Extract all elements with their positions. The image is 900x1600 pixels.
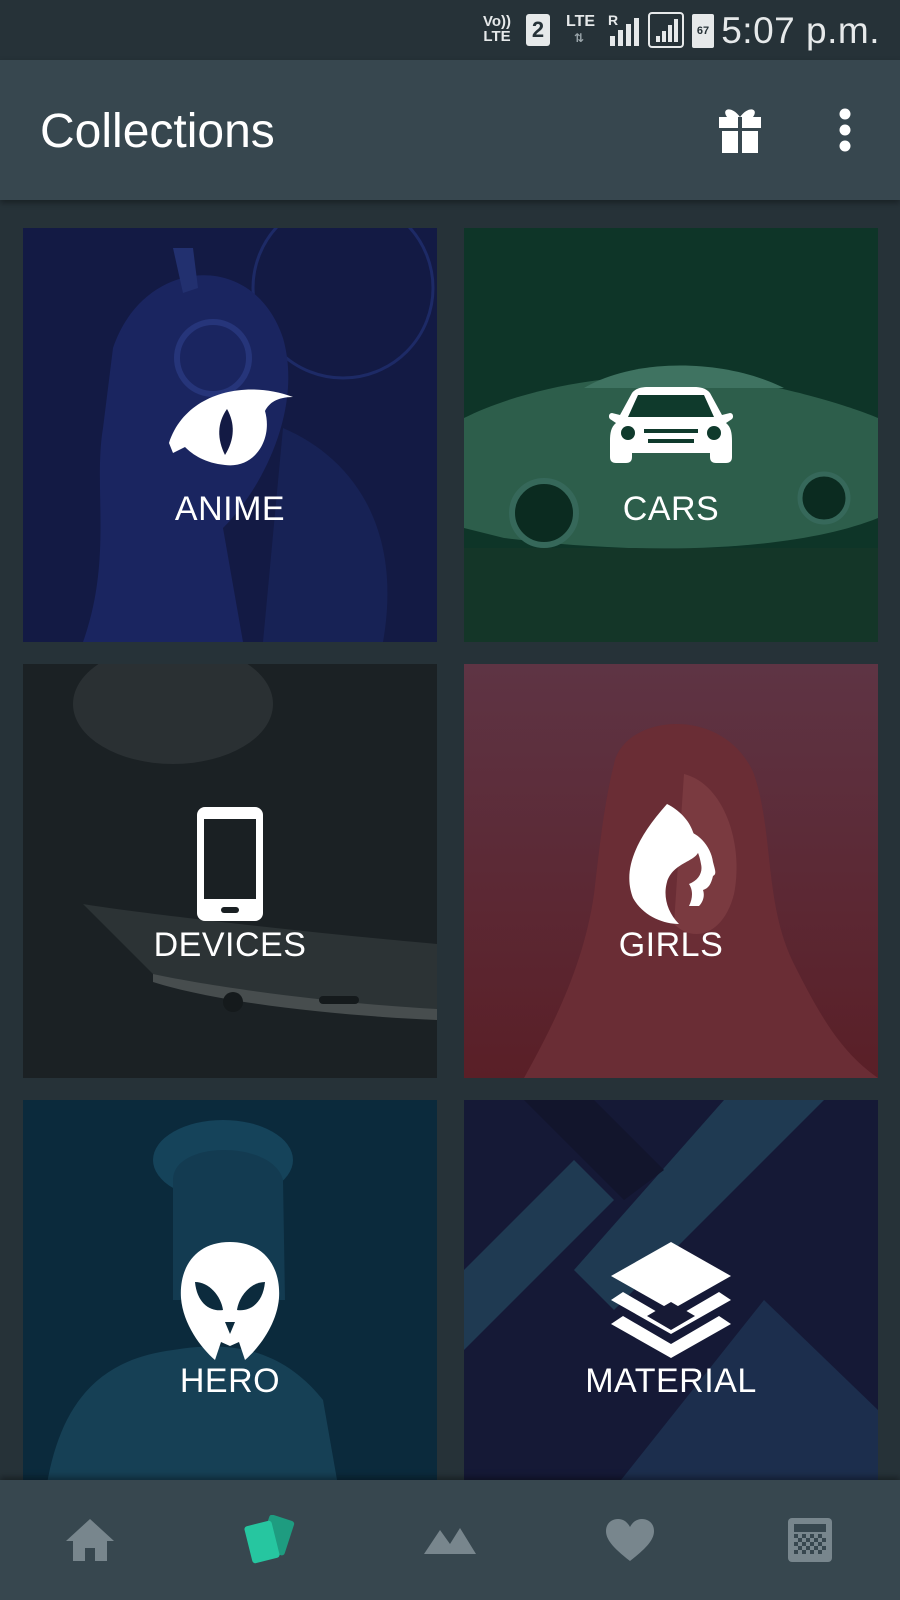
bottom-navigation — [0, 1480, 900, 1600]
anime-eye-icon — [160, 368, 300, 488]
collection-label-material: MATERIAL — [585, 1362, 757, 1400]
sim-slot-icon: 2 — [526, 14, 550, 46]
smartphone-icon — [160, 804, 300, 924]
collection-card-cars[interactable]: CARS — [464, 228, 878, 642]
heart-icon — [606, 1519, 654, 1561]
layers-icon — [601, 1240, 741, 1360]
nav-muzei-tab[interactable] — [720, 1480, 900, 1600]
gift-icon — [719, 109, 761, 153]
overflow-menu-button[interactable] — [815, 100, 875, 160]
lte-data-indicator: LTE ⇅ — [566, 14, 595, 46]
app-bar: Collections — [0, 60, 900, 200]
home-icon — [66, 1519, 114, 1561]
more-vert-icon — [839, 108, 851, 152]
status-bar: Vo)) LTE 2 LTE ⇅ R 67 5:07 p.m. — [0, 0, 900, 60]
collection-card-anime[interactable]: ANIME — [23, 228, 437, 642]
page-title: Collections — [40, 105, 275, 158]
data-arrows-icon: ⇅ — [574, 31, 585, 45]
signal-strength-sim2-icon — [648, 12, 684, 48]
collection-label-devices: DEVICES — [153, 926, 307, 964]
girl-profile-icon — [601, 804, 741, 924]
nav-favorites-tab[interactable] — [540, 1480, 720, 1600]
lte-label: LTE — [566, 13, 596, 30]
status-time: 5:07 p.m. — [721, 10, 880, 51]
collection-label-girls: GIRLS — [618, 926, 724, 964]
battery-icon: 67 — [692, 14, 714, 48]
nav-home-tab[interactable] — [0, 1480, 180, 1600]
sim-slot-number: 2 — [531, 17, 545, 42]
volte-indicator: Vo)) LTE — [480, 14, 514, 44]
collection-card-material[interactable]: MATERIAL — [464, 1100, 878, 1514]
car-icon — [601, 368, 741, 488]
hero-mask-icon — [160, 1240, 300, 1360]
battery-level: 67 — [696, 25, 710, 37]
collections-icon — [244, 1515, 295, 1564]
collection-label-cars: CARS — [622, 490, 720, 528]
nav-collections-tab[interactable] — [180, 1480, 360, 1600]
wallpaper-grid-icon — [788, 1518, 832, 1562]
gift-button[interactable] — [710, 100, 770, 160]
collection-card-devices[interactable]: DEVICES — [23, 664, 437, 1078]
nav-wallpapers-tab[interactable] — [360, 1480, 540, 1600]
collection-label-anime: ANIME — [174, 490, 286, 528]
signal-strength-icon — [610, 18, 639, 46]
volte-label: Vo)) — [482, 13, 512, 30]
landscape-icon — [424, 1528, 476, 1554]
collection-card-hero[interactable]: HERO — [23, 1100, 437, 1514]
collection-card-girls[interactable]: GIRLS — [464, 664, 878, 1078]
collection-label-hero: HERO — [179, 1362, 281, 1400]
volte-sub-label: LTE — [483, 28, 511, 45]
